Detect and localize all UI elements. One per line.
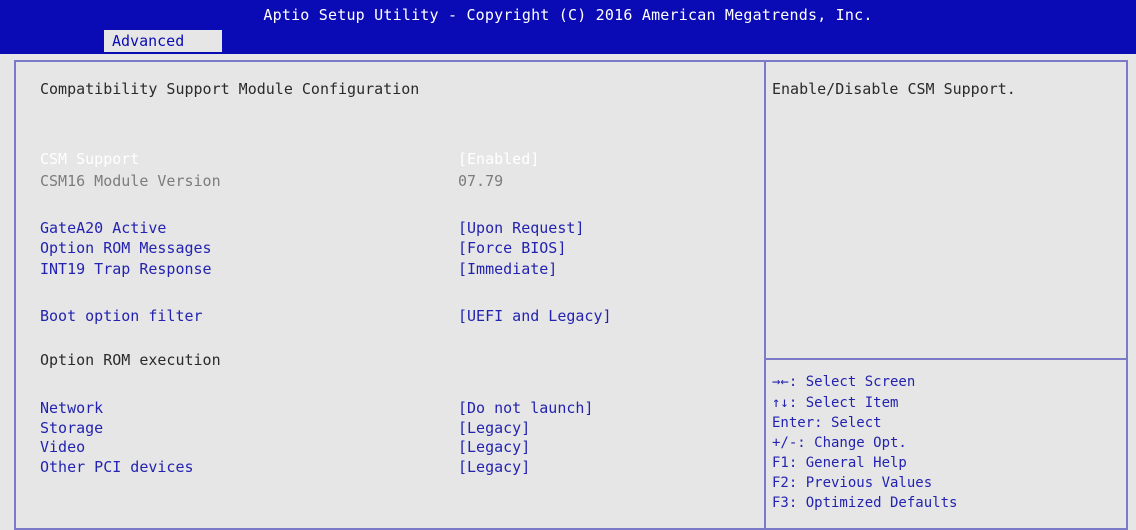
legend-optimized-defaults: F3: Optimized Defaults [772,495,958,511]
horizontal-divider [766,358,1128,360]
tab-advanced[interactable]: Advanced [104,30,222,52]
gatea20-label[interactable]: GateA20 Active [40,219,166,237]
int19-trap-label[interactable]: INT19 Trap Response [40,260,212,278]
legend-select-item: ↑↓: Select Item [772,395,899,411]
video-label[interactable]: Video [40,438,85,456]
csm16-version-value: 07.79 [458,172,504,190]
title-bar: Aptio Setup Utility - Copyright (C) 2016… [0,0,1136,54]
csm-support-label[interactable]: CSM Support [40,150,139,168]
csm16-version-label: CSM16 Module Version [40,172,221,190]
main-panel: Compatibility Support Module Configurati… [14,60,1128,530]
option-rom-execution-heading: Option ROM execution [40,351,221,369]
network-value[interactable]: [Do not launch] [458,399,593,417]
vertical-divider [764,62,766,528]
other-pci-value[interactable]: [Legacy] [458,458,530,476]
option-rom-messages-value[interactable]: [Force BIOS] [458,239,566,257]
boot-filter-value[interactable]: [UEFI and Legacy] [458,307,612,325]
help-text: Enable/Disable CSM Support. [772,80,1016,98]
page-heading: Compatibility Support Module Configurati… [40,80,420,98]
legend-general-help: F1: General Help [772,455,907,471]
network-label[interactable]: Network [40,399,103,417]
csm-support-value[interactable]: [Enabled] [458,150,539,168]
legend-enter-select: Enter: Select [772,415,882,431]
app-title: Aptio Setup Utility - Copyright (C) 2016… [263,6,873,24]
storage-value[interactable]: [Legacy] [458,419,530,437]
video-value[interactable]: [Legacy] [458,438,530,456]
option-rom-messages-label[interactable]: Option ROM Messages [40,239,212,257]
legend-change-opt: +/-: Change Opt. [772,435,907,451]
other-pci-label[interactable]: Other PCI devices [40,458,194,476]
gatea20-value[interactable]: [Upon Request] [458,219,584,237]
legend-select-screen: →←: Select Screen [772,374,916,390]
legend-previous-values: F2: Previous Values [772,475,933,491]
int19-trap-value[interactable]: [Immediate] [458,260,557,278]
storage-label[interactable]: Storage [40,419,103,437]
boot-filter-label[interactable]: Boot option filter [40,307,203,325]
